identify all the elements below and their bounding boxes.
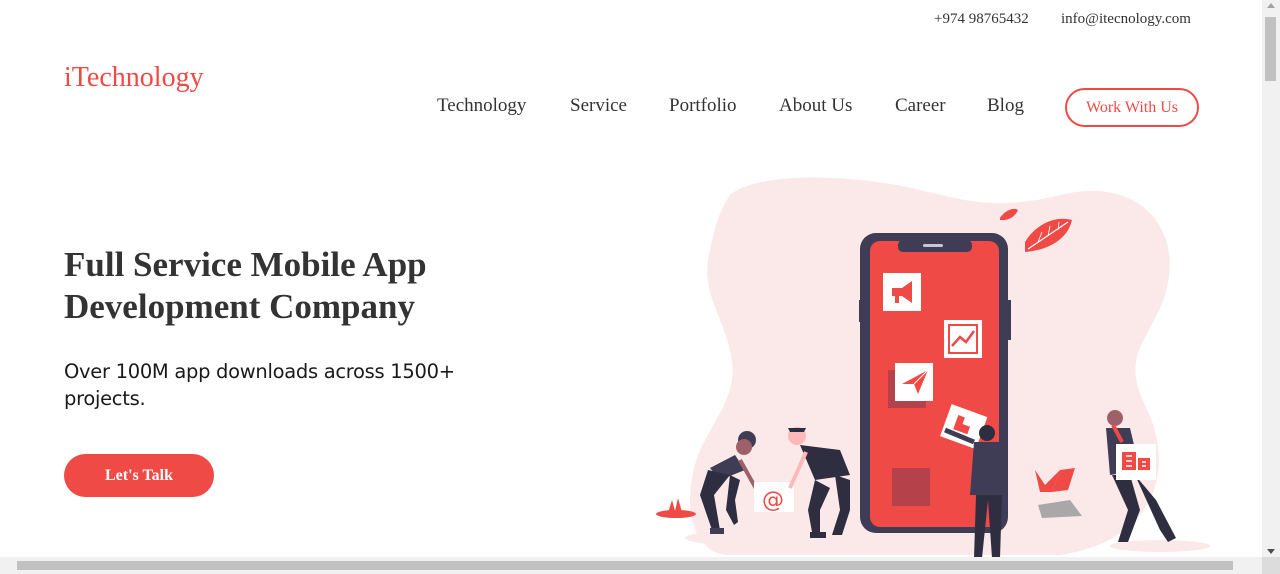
scrollbar-corner [1262, 557, 1280, 574]
lets-talk-button[interactable]: Let's Talk [64, 454, 214, 497]
at-symbol: @ [762, 488, 784, 513]
nav-item-about-us[interactable]: About Us [779, 95, 852, 117]
work-with-us-button[interactable]: Work With Us [1065, 88, 1199, 127]
nav-item-service[interactable]: Service [570, 95, 627, 117]
scroll-down-arrow-icon[interactable] [1267, 549, 1275, 554]
nav-item-technology[interactable]: Technology [437, 95, 526, 117]
hero-illustration: @ [656, 177, 1210, 558]
megaphone-icon [883, 273, 921, 311]
hero-title-line-2: Development Company [64, 287, 415, 326]
scroll-up-arrow-icon[interactable] [1267, 3, 1275, 8]
horizontal-scrollbar[interactable] [0, 557, 1262, 574]
scrollbar-thumb[interactable] [1265, 17, 1276, 81]
site-logo[interactable]: iTechnology [64, 62, 204, 94]
analytics-chart-icon [944, 320, 982, 358]
phone-number[interactable]: +974 98765432 [934, 11, 1029, 28]
email-address[interactable]: info@itecnology.com [1061, 11, 1191, 28]
plant-icon [656, 498, 696, 518]
contact-bar: +974 98765432 info@itecnology.com [0, 11, 1262, 31]
nav-item-portfolio[interactable]: Portfolio [669, 95, 737, 117]
scrollbar-thumb[interactable] [17, 561, 1233, 570]
hero-title: Full Service Mobile App Development Comp… [64, 244, 534, 328]
hero-title-line-1: Full Service Mobile App [64, 245, 427, 284]
vertical-scrollbar[interactable] [1262, 0, 1280, 557]
nav-item-career[interactable]: Career [895, 95, 946, 117]
hero-subtitle: Over 100M app downloads across 1500+ pro… [64, 360, 455, 410]
nav-item-blog[interactable]: Blog [987, 95, 1024, 117]
